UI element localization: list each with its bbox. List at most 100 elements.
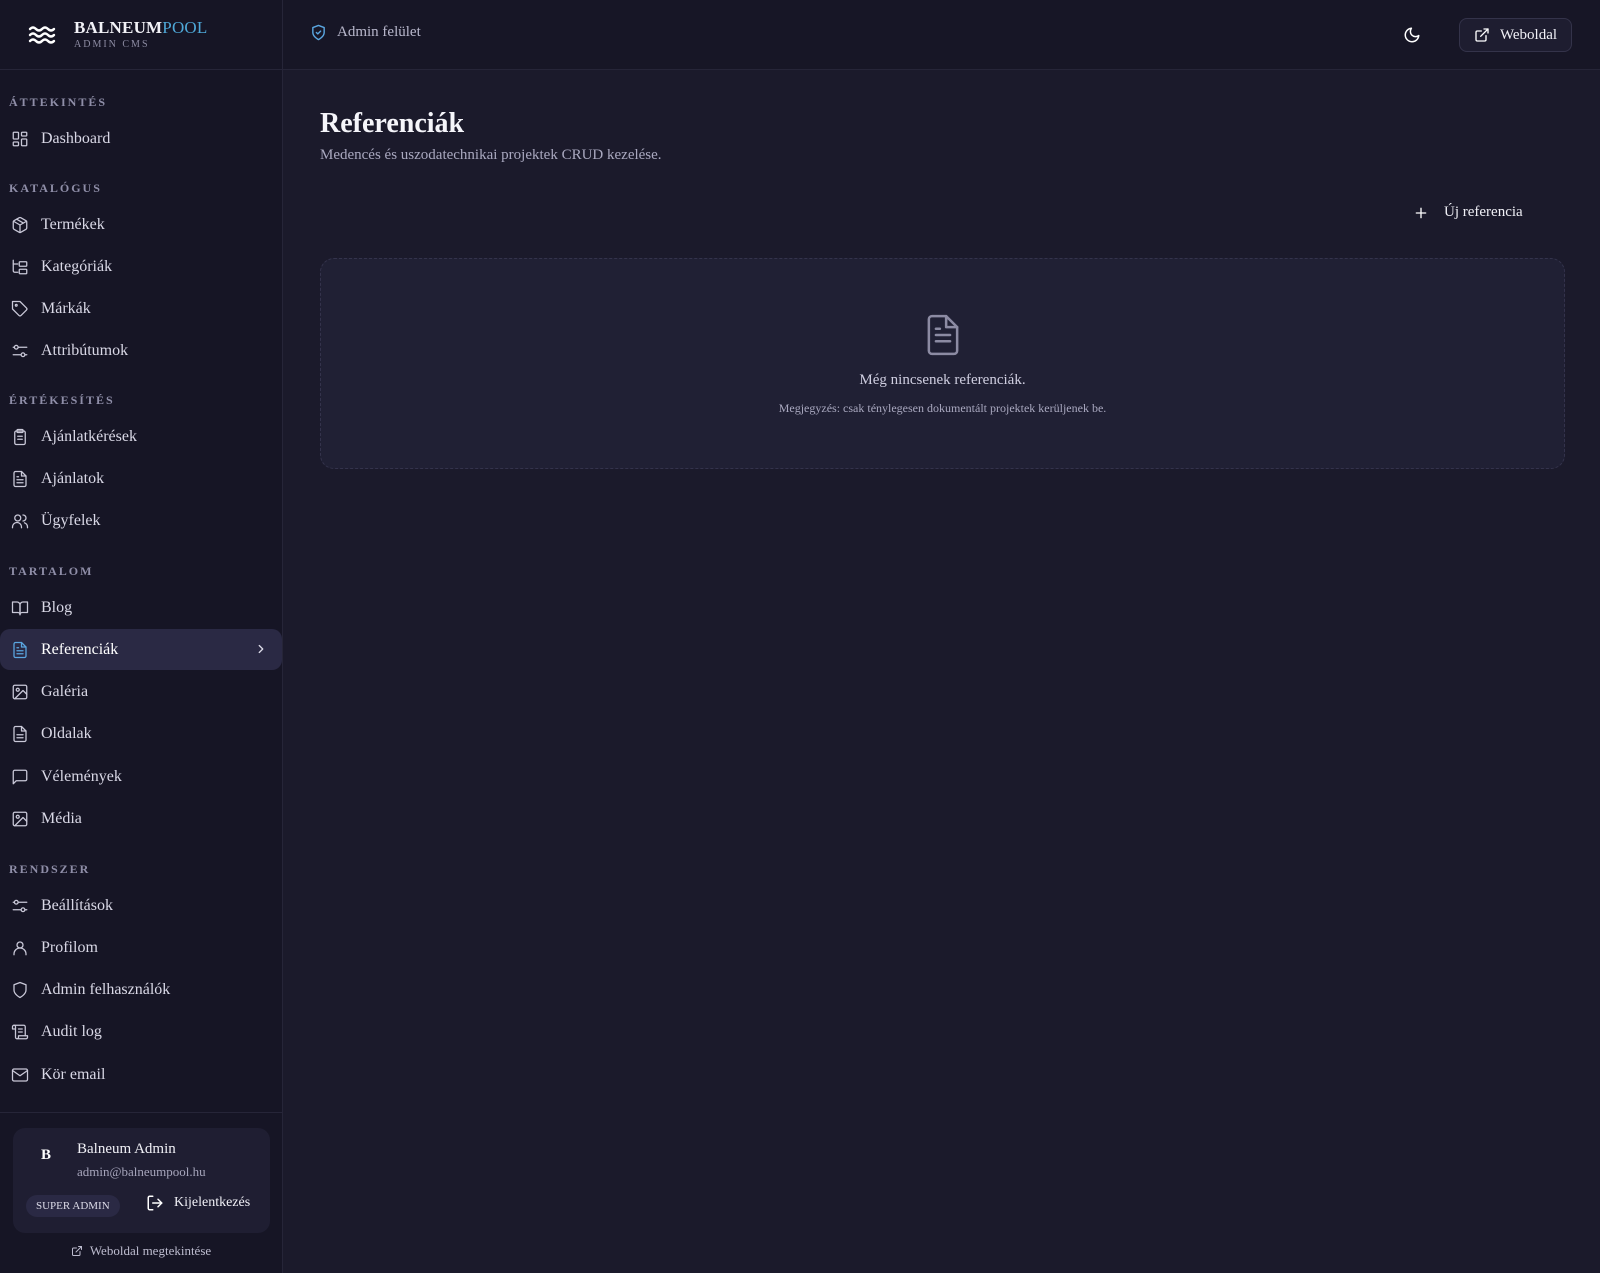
folder-tree-icon bbox=[11, 258, 29, 276]
sidebar-item-label: Blog bbox=[41, 598, 73, 616]
sidebar-item-beállítások[interactable]: Beállítások bbox=[0, 885, 282, 926]
nav-section: ÉRTÉKESÍTÉS Ajánlatkérések Ajánlatok Ügyfel… bbox=[0, 392, 282, 543]
sliders-icon bbox=[11, 342, 29, 360]
nav-section: KATALÓGUS Termékek Kategóriák Márkák Attribú… bbox=[0, 180, 282, 373]
sidebar-item-label: Galéria bbox=[41, 683, 89, 701]
book-icon bbox=[11, 599, 29, 617]
brand-subtitle: ADMIN CMS bbox=[74, 39, 150, 50]
admin-app: BALNEUMPOOL ADMIN CMS ÁTTEKINTÉS Dashboar… bbox=[0, 0, 1600, 1273]
logout-button[interactable]: Kijelentkezés bbox=[146, 1194, 250, 1212]
sidebar-item-label: Admin felhasználók bbox=[41, 981, 171, 999]
sidebar-item-blog[interactable]: Blog bbox=[0, 587, 282, 628]
sidebar-item-attribútumok[interactable]: Attribútumok bbox=[0, 331, 282, 372]
clipboard-icon bbox=[11, 428, 29, 446]
new-reference-button[interactable]: Új referencia bbox=[1413, 204, 1523, 221]
sidebar: BALNEUMPOOL ADMIN CMS ÁTTEKINTÉS Dashboar… bbox=[0, 0, 283, 1273]
sidebar-item-referenciák[interactable]: Referenciák bbox=[0, 629, 282, 671]
nav-section-title: ÁTTEKINTÉS bbox=[9, 95, 108, 109]
image-icon bbox=[11, 810, 29, 828]
sidebar-item-label: Márkák bbox=[41, 300, 91, 318]
sidebar-item-média[interactable]: Média bbox=[0, 798, 282, 839]
sidebar-item-vélemények[interactable]: Vélemények bbox=[0, 756, 282, 797]
page-title: Referenciák bbox=[320, 108, 465, 139]
grid-icon bbox=[11, 130, 29, 148]
shield-check-icon bbox=[312, 24, 325, 41]
file-text-icon bbox=[11, 641, 29, 659]
brand-text: BALNEUMPOOL ADMIN CMS bbox=[74, 19, 208, 50]
nav-section: RENDSZER Beállítások Profilom Admin felhasz… bbox=[0, 861, 282, 1096]
sidebar-item-label: Ajánlatok bbox=[41, 469, 105, 487]
sidebar-item-label: Ügyfelek bbox=[41, 512, 101, 530]
moon-icon[interactable] bbox=[1403, 26, 1421, 44]
sidebar-item-label: Oldalak bbox=[41, 725, 92, 743]
brand-name-accent: POOL bbox=[162, 18, 208, 37]
logout-label: Kijelentkezés bbox=[174, 1195, 251, 1210]
waves-logo-icon bbox=[28, 25, 56, 44]
breadcrumb: Admin felület bbox=[310, 24, 421, 41]
file-text-icon bbox=[11, 470, 29, 488]
sidebar-item-label: Profilom bbox=[41, 938, 98, 956]
chevron-right-icon bbox=[258, 645, 264, 654]
empty-state-note: Megjegyzés: csak ténylegesen dokumentált… bbox=[778, 401, 1107, 415]
sidebar-item-label: Kör email bbox=[41, 1065, 106, 1083]
main-content: Admin felület Weboldal Referenciák Meden… bbox=[283, 0, 1600, 1273]
sidebar-item-ajánlatok[interactable]: Ajánlatok bbox=[0, 458, 282, 499]
sidebar-item-label: Vélemények bbox=[41, 767, 122, 785]
nav-section-title: ÉRTÉKESÍTÉS bbox=[9, 393, 115, 407]
sidebar-item-label: Dashboard bbox=[41, 129, 111, 147]
empty-state-title: Még nincsenek referenciák. bbox=[859, 372, 1026, 388]
scroll-icon bbox=[11, 1023, 29, 1041]
sidebar-item-label: Referenciák bbox=[41, 640, 119, 658]
sidebar-item-label: Attribútumok bbox=[41, 342, 129, 360]
website-button[interactable]: Weboldal bbox=[1459, 18, 1572, 52]
external-link-icon bbox=[1475, 28, 1489, 42]
sidebar-item-ügyfelek[interactable]: Ügyfelek bbox=[0, 501, 282, 542]
breadcrumb-label: Admin felület bbox=[337, 24, 421, 40]
nav-section-title: KATALÓGUS bbox=[9, 181, 102, 195]
sidebar-item-termékek[interactable]: Termékek bbox=[0, 204, 282, 245]
sidebar-item-audit-log[interactable]: Audit log bbox=[0, 1012, 282, 1053]
brand[interactable]: BALNEUMPOOL ADMIN CMS bbox=[0, 0, 282, 70]
sidebar-item-márkák[interactable]: Márkák bbox=[0, 289, 282, 330]
sidebar-item-label: Audit log bbox=[41, 1023, 102, 1041]
sidebar-item-oldalak[interactable]: Oldalak bbox=[0, 714, 282, 755]
nav-section-title: RENDSZER bbox=[9, 862, 91, 876]
image-icon bbox=[11, 683, 29, 701]
view-site-link[interactable]: Weboldal megtekintése bbox=[0, 1243, 282, 1259]
sidebar-item-label: Beállítások bbox=[41, 896, 113, 914]
sidebar-divider bbox=[0, 1112, 282, 1113]
sidebar-item-galéria[interactable]: Galéria bbox=[0, 672, 282, 713]
file-text-icon bbox=[927, 314, 959, 356]
sidebar-item-dashboard[interactable]: Dashboard bbox=[0, 118, 282, 159]
external-link-icon bbox=[71, 1246, 82, 1256]
users-icon bbox=[11, 512, 29, 530]
brand-title: BALNEUMPOOL bbox=[74, 19, 208, 36]
package-icon bbox=[11, 216, 29, 234]
user-icon bbox=[11, 939, 29, 957]
user-email: admin@balneumpool.hu bbox=[77, 1164, 206, 1179]
sidebar-nav: ÁTTEKINTÉS Dashboard KATALÓGUS Termékek Kate… bbox=[0, 70, 282, 1273]
nav-section: ÁTTEKINTÉS Dashboard bbox=[0, 94, 282, 160]
file-icon bbox=[11, 725, 29, 743]
sidebar-item-admin-felhasználók[interactable]: Admin felhasználók bbox=[0, 970, 282, 1011]
website-button-label: Weboldal bbox=[1499, 26, 1558, 43]
sidebar-item-kategóriák[interactable]: Kategóriák bbox=[0, 246, 282, 287]
sidebar-item-kör-email[interactable]: Kör email bbox=[0, 1054, 282, 1095]
plus-icon bbox=[1415, 207, 1427, 218]
sidebar-item-label: Termékek bbox=[41, 215, 105, 233]
view-site-label: Weboldal megtekintése bbox=[89, 1243, 212, 1258]
sliders-icon bbox=[11, 897, 29, 915]
topbar: Admin felület Weboldal bbox=[283, 0, 1600, 70]
logout-icon bbox=[147, 1195, 163, 1211]
nav-section: TARTALOM Blog Referenciák Galéria Oldalak Vél… bbox=[0, 563, 282, 841]
mail-icon bbox=[11, 1066, 29, 1084]
avatar: B bbox=[40, 1147, 51, 1163]
shield-icon bbox=[11, 981, 29, 999]
page-subtitle: Medencés és uszodatechnikai projektek CR… bbox=[320, 147, 662, 163]
sidebar-item-ajánlatkérések[interactable]: Ajánlatkérések bbox=[0, 416, 282, 457]
sidebar-item-label: Média bbox=[41, 809, 82, 827]
tag-icon bbox=[11, 300, 29, 318]
sidebar-item-profilom[interactable]: Profilom bbox=[0, 927, 282, 968]
sidebar-item-label: Ajánlatkérések bbox=[41, 427, 137, 445]
nav-section-title: TARTALOM bbox=[9, 564, 94, 578]
